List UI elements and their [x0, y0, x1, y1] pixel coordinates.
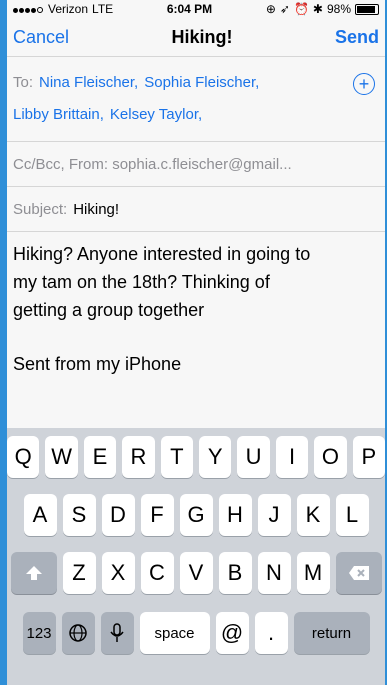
key-z[interactable]: Z — [62, 552, 96, 594]
dictation-key[interactable] — [100, 612, 134, 654]
key-x[interactable]: X — [101, 552, 135, 594]
backspace-icon — [348, 566, 369, 580]
cc-label: Cc/Bcc, From: — [13, 155, 109, 173]
key-y[interactable]: Y — [199, 436, 232, 478]
signal-icon — [13, 2, 44, 16]
keyboard-row-2: A S D F G H J K L — [7, 494, 385, 536]
key-i[interactable]: I — [275, 436, 309, 478]
key-f[interactable]: F — [140, 494, 174, 536]
device-frame: Verizon LTE 6:04 PM ⊕ ➶ ⏰ ✱ 98% Cancel H… — [0, 0, 387, 685]
backspace-key[interactable] — [335, 552, 382, 594]
key-l[interactable]: L — [335, 494, 369, 536]
globe-icon — [69, 624, 87, 642]
globe-key[interactable] — [61, 612, 95, 654]
add-recipient-button[interactable]: + — [353, 73, 375, 95]
body-line: Hiking? Anyone interested in going to — [13, 244, 311, 264]
carrier: Verizon — [48, 2, 89, 16]
subject-value: Hiking! — [73, 200, 120, 218]
subject-label: Subject: — [13, 200, 68, 218]
key-u[interactable]: U — [237, 436, 270, 478]
microphone-icon — [110, 623, 124, 642]
recipient[interactable]: Nina Fleischer, — [39, 67, 138, 99]
subject-field[interactable]: Subject: Hiking! — [7, 187, 385, 232]
key-b[interactable]: B — [218, 552, 252, 594]
from-address: sophia.c.fleischer@gmail... — [112, 155, 292, 173]
signature: Sent from my iPhone — [13, 354, 182, 374]
send-button[interactable]: Send — [335, 27, 379, 48]
battery-percent: 98% — [326, 2, 351, 16]
key-d[interactable]: D — [101, 494, 135, 536]
key-h[interactable]: H — [218, 494, 252, 536]
battery-icon — [355, 3, 379, 15]
key-g[interactable]: G — [179, 494, 213, 536]
recipient[interactable]: Kelsey Taylor, — [110, 99, 202, 131]
period-key[interactable]: . — [254, 612, 288, 654]
key-q[interactable]: Q — [7, 436, 40, 478]
recipient[interactable]: Sophia Fleischer, — [144, 67, 259, 99]
keyboard-row-4: 123 space @ . return — [7, 612, 385, 654]
key-a[interactable]: A — [23, 494, 57, 536]
cancel-button[interactable]: Cancel — [13, 27, 69, 48]
location-icon: ➶ — [279, 2, 290, 16]
alarm-icon: ⏰ — [293, 2, 309, 16]
key-v[interactable]: V — [179, 552, 213, 594]
key-w[interactable]: W — [45, 436, 78, 478]
page-title: Hiking! — [171, 26, 233, 47]
keyboard-row-1: Q W E R T Y U I O P — [7, 436, 385, 478]
time: 6:04 PM — [166, 2, 213, 16]
key-s[interactable]: S — [62, 494, 96, 536]
keyboard: Q W E R T Y U I O P A S D F G H J K L Z … — [7, 428, 385, 685]
message-body[interactable]: Hiking? Anyone interested in going to my… — [7, 232, 385, 386]
key-c[interactable]: C — [140, 552, 174, 594]
key-n[interactable]: N — [257, 552, 291, 594]
cc-bcc-from-field[interactable]: Cc/Bcc, From: sophia.c.fleischer@gmail..… — [7, 142, 385, 187]
key-o[interactable]: O — [314, 436, 347, 478]
lock-icon: ⊕ — [265, 2, 276, 16]
status-bar: Verizon LTE 6:04 PM ⊕ ➶ ⏰ ✱ 98% — [7, 0, 385, 18]
at-key[interactable]: @ — [215, 612, 249, 654]
key-r[interactable]: R — [122, 436, 155, 478]
navigation-bar: Cancel Hiking! Send — [7, 18, 385, 57]
body-line: getting a group together — [13, 300, 205, 320]
key-t[interactable]: T — [160, 436, 193, 478]
mail-compose-screen: Verizon LTE 6:04 PM ⊕ ➶ ⏰ ✱ 98% Cancel H… — [7, 0, 385, 685]
space-key[interactable]: space — [139, 612, 210, 654]
shift-arrow-icon — [25, 566, 42, 580]
key-e[interactable]: E — [83, 436, 117, 478]
bluetooth-icon: ✱ — [312, 2, 323, 16]
to-field[interactable]: To: Nina Fleischer, Sophia Fleischer, Li… — [7, 57, 385, 142]
recipient[interactable]: Libby Brittain, — [13, 99, 104, 131]
to-label: To: — [13, 74, 34, 91]
key-p[interactable]: P — [352, 436, 385, 478]
keyboard-row-3: Z X C V B N M — [7, 552, 385, 594]
numbers-key[interactable]: 123 — [22, 612, 56, 654]
key-j[interactable]: J — [257, 494, 291, 536]
key-k[interactable]: K — [296, 494, 330, 536]
key-m[interactable]: M — [296, 552, 330, 594]
return-key[interactable]: return — [293, 612, 370, 654]
body-line: my tam on the 18th? Thinking of — [13, 272, 270, 292]
network: LTE — [92, 2, 114, 16]
shift-key[interactable] — [10, 552, 57, 594]
